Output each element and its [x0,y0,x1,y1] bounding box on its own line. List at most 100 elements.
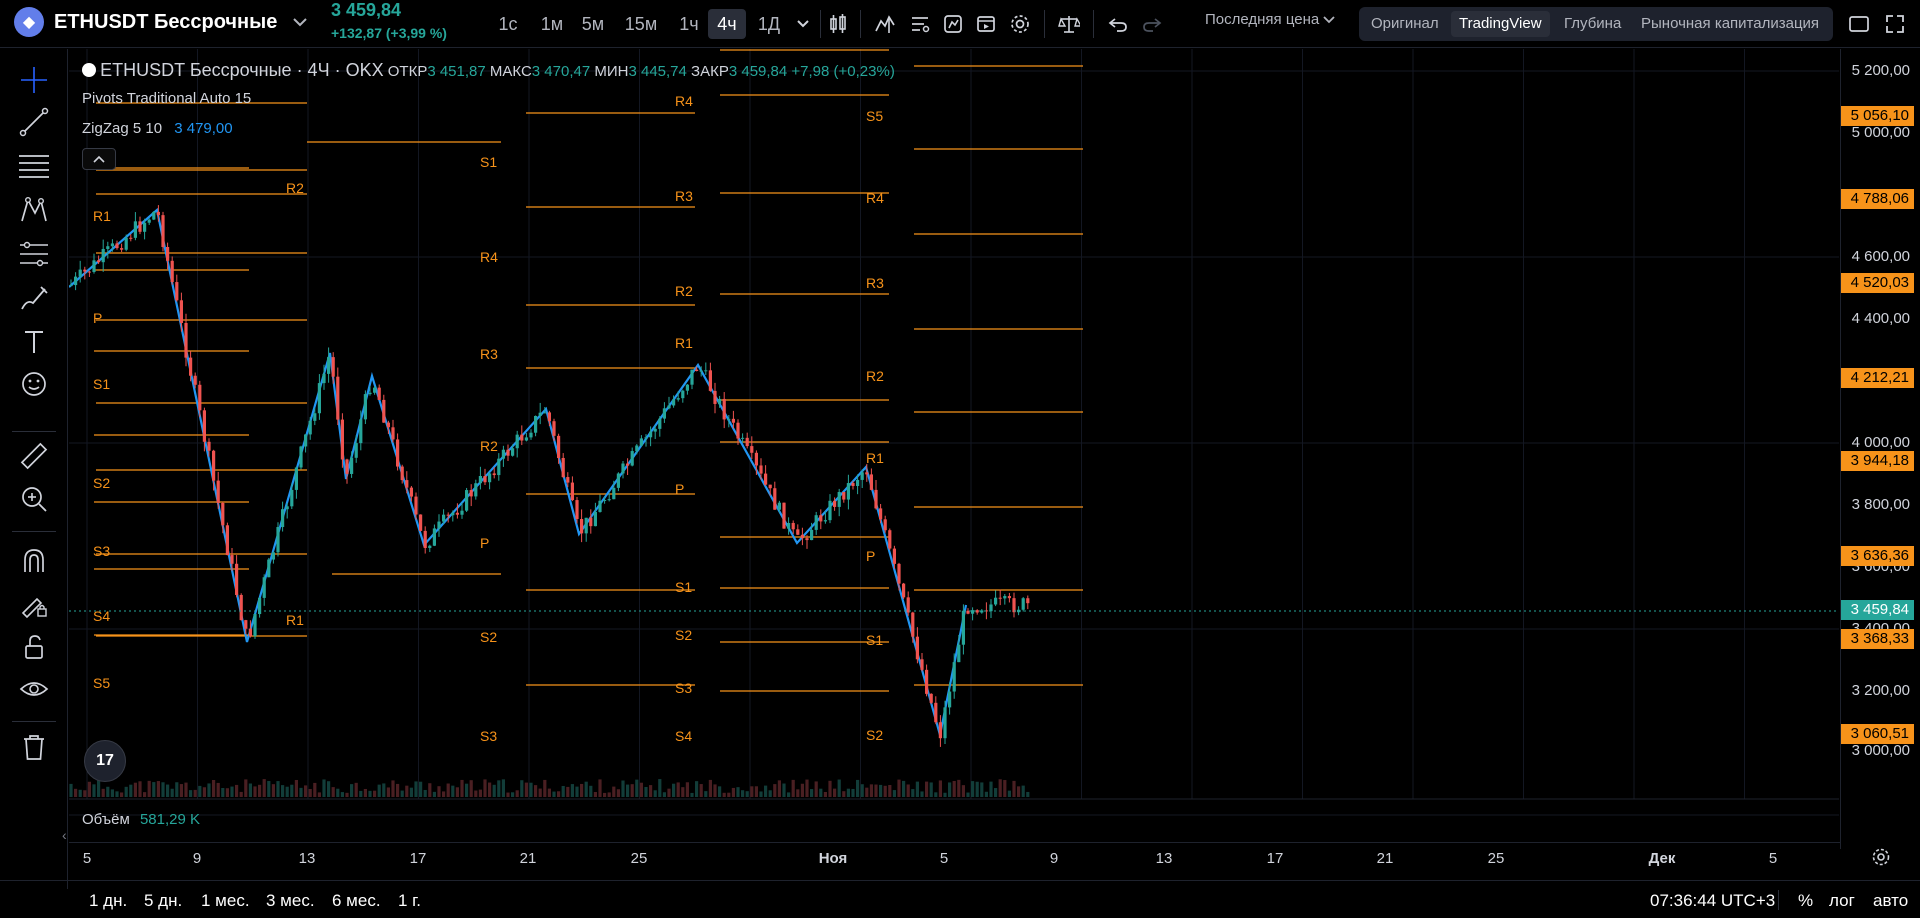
unlock-icon[interactable] [16,629,52,665]
view-depth[interactable]: Глубина [1556,11,1629,37]
view-tradingview[interactable]: TradingView [1451,11,1550,37]
volume-bar [515,790,519,797]
volume-bar [327,781,331,797]
volume-bar [69,783,73,797]
volume-bar [704,791,708,797]
tradingview-logo[interactable]: 17 [84,740,126,782]
chart-pane[interactable]: R1 P S1 S2 S3 S4 S5 R2 R1 S1 R4 R3 R2 P S2 S3 R4 R3 R2 R1 P S… [69,49,1839,849]
text-icon[interactable] [16,324,52,360]
scales-icon[interactable] [1054,9,1084,39]
range-6m[interactable]: 6 мес. [332,891,381,911]
legend-open: 3 451,87 [427,63,486,80]
ruler-icon[interactable] [16,438,52,474]
pivot-label: R1 [675,335,693,351]
log-scale-button[interactable]: лог [1829,891,1855,911]
collapse-left-icon[interactable]: ‹ [62,827,67,843]
replay-icon[interactable] [971,9,1001,39]
candle-body [460,510,464,515]
pivots-indicator-legend[interactable]: Pivots Traditional Auto 15 [82,90,251,107]
timeframe-4h[interactable]: 4ч [708,9,746,39]
candle-body [690,369,694,385]
volume-bar [957,779,961,797]
magnet-icon[interactable] [16,543,52,579]
volume-bar [474,790,478,797]
forecast-icon[interactable] [16,236,52,272]
symbol-selector[interactable]: ◆ ETHUSDT Бессрочные [14,7,308,37]
range-1y[interactable]: 1 г. [398,891,421,911]
volume-bar [598,779,602,797]
candles-icon[interactable] [823,9,853,39]
indicators-icon[interactable] [870,9,900,39]
candle-body [888,530,892,549]
trend-line-icon[interactable] [16,104,52,140]
volume-bar [630,784,634,797]
view-market-cap[interactable]: Рыночная капитализация [1633,11,1827,37]
timeframe-15m[interactable]: 15м [619,9,663,39]
lock-drawing-icon[interactable] [16,586,52,622]
zigzag-indicator-legend[interactable]: ZigZag 5 10 3 479,00 [82,120,233,137]
timeframe-1h[interactable]: 1ч [672,9,706,39]
timeframe-1m[interactable]: 1м [535,9,569,39]
time-axis[interactable]: 5 9 13 17 21 25 Ноя 5 9 13 17 21 25 Дек … [69,842,1840,876]
volume-bar [580,783,584,797]
volume-bar [667,788,671,797]
candle-body [782,502,786,529]
volume-legend[interactable]: Объём 581,29 K [82,811,200,828]
fullscreen-icon[interactable] [1844,9,1874,39]
time-tick-month: Дек [1648,850,1676,867]
chart-settings-icon[interactable] [1866,842,1896,872]
volume-bar [373,790,377,797]
candle-body [819,515,823,522]
candle-body [906,597,910,613]
volume-bar [538,788,542,797]
volume-bar [547,788,551,797]
zoom-in-icon[interactable] [16,481,52,517]
volume-bar [777,780,781,797]
percent-scale-button[interactable]: % [1798,891,1813,911]
collapse-legend-button[interactable] [82,148,116,170]
candle-body [552,421,556,436]
candle-body [248,628,252,637]
templates-icon[interactable] [905,9,935,39]
candle-body [350,457,354,474]
price-type-label: Последняя цена [1205,11,1320,28]
volume-bar [363,788,367,797]
alert-icon[interactable] [938,9,968,39]
volume-bar [501,779,505,797]
timeframe-more-icon[interactable] [788,9,818,39]
volume-bar [304,785,308,797]
volume-bar [478,789,482,797]
redo-icon[interactable] [1137,9,1167,39]
candle-body [998,597,1002,599]
range-5d[interactable]: 5 дн. [144,891,182,911]
gear-icon[interactable] [1005,9,1035,39]
timeframe-1s[interactable]: 1с [493,9,523,39]
time-tick: 17 [1266,850,1284,867]
price-chart[interactable]: R1 P S1 S2 S3 S4 S5 R2 R1 S1 R4 R3 R2 P S2 S3 R4 R3 R2 R1 P S… [69,49,1839,849]
crosshair-icon[interactable] [16,62,52,98]
price-type-select[interactable]: Последняя цена [1205,11,1336,28]
volume-bar [409,787,413,797]
pattern-icon[interactable] [16,192,52,228]
eye-icon[interactable] [16,671,52,707]
volume-bar [207,783,211,797]
timeframe-5m[interactable]: 5м [576,9,610,39]
candle-body [718,398,722,404]
maximize-icon[interactable] [1880,9,1910,39]
fib-retracement-icon[interactable] [16,148,52,184]
clock-timezone[interactable]: 07:36:44 UTC+3 [1650,891,1775,911]
undo-icon[interactable] [1103,9,1133,39]
pivot-label: R4 [866,190,884,206]
view-original[interactable]: Оригинал [1363,11,1447,37]
volume-bar [202,787,206,797]
chevron-down-icon [1323,16,1336,24]
range-1d[interactable]: 1 дн. [89,891,127,911]
auto-scale-button[interactable]: авто [1873,891,1908,911]
range-1m[interactable]: 1 мес. [201,891,250,911]
volume-bar [718,786,722,797]
brush-icon[interactable] [16,280,52,316]
range-3m[interactable]: 3 мес. [266,891,315,911]
emoji-icon[interactable] [16,366,52,402]
timeframe-1d[interactable]: 1Д [752,9,786,39]
trash-icon[interactable] [16,729,52,765]
